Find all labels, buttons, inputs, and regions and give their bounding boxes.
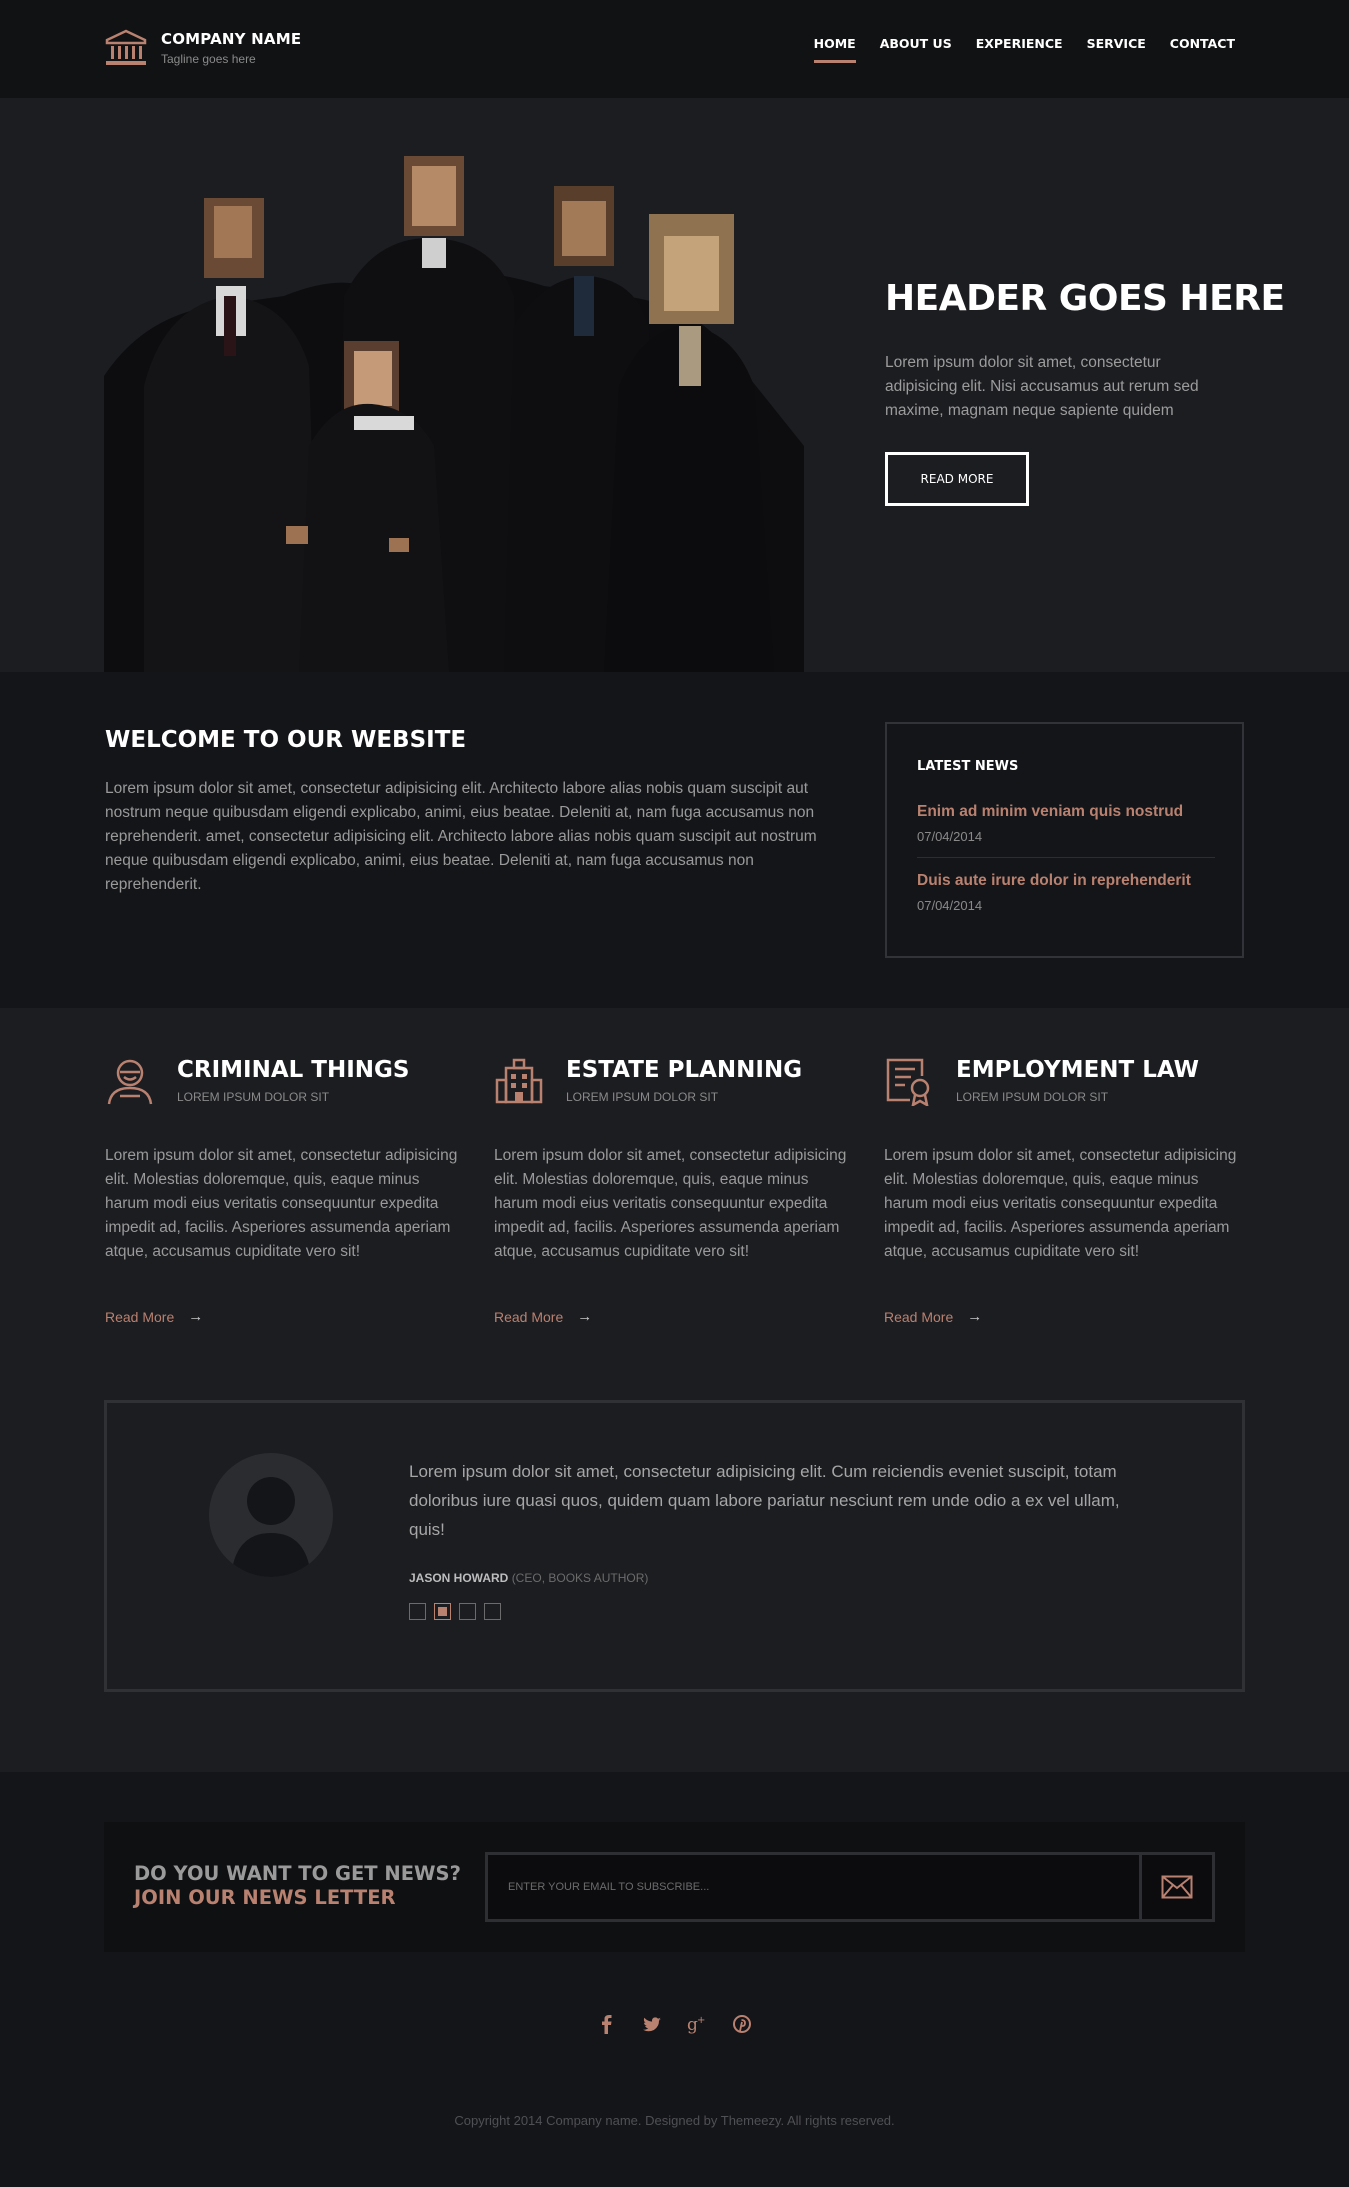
latest-news-heading: LATEST NEWS: [917, 759, 1019, 774]
newsletter-line-2: JOIN OUR NEWS LETTER: [134, 1886, 396, 1909]
service-subtitle: LOREM IPSUM DOLOR SIT: [566, 1090, 719, 1104]
arrow-right-icon: →: [577, 1308, 593, 1325]
envelope-icon: [1161, 1875, 1193, 1899]
author-role: (CEO, BOOKS AUTHOR): [511, 1571, 649, 1585]
newsletter-title: DO YOU WANT TO GET NEWS? JOIN OUR NEWS L…: [134, 1862, 461, 1910]
service-text: Lorem ipsum dolor sit amet, consectetur …: [494, 1147, 847, 1260]
news-title[interactable]: Duis aute irure dolor in reprehenderit: [917, 872, 1215, 890]
company-name[interactable]: COMPANY NAME: [161, 30, 301, 48]
service-subtitle: LOREM IPSUM DOLOR SIT: [956, 1090, 1109, 1104]
main-nav: HOME ABOUT US EXPERIENCE SERVICE CONTACT: [790, 36, 1235, 63]
social-links: g +: [0, 2012, 1349, 2036]
services-section: CRIMINAL THINGS LOREM IPSUM DOLOR SIT Lo…: [0, 1008, 1349, 1772]
read-more-label: Read More: [884, 1308, 954, 1325]
testimonial-author: JASON HOWARD (CEO, BOOKS AUTHOR): [409, 1571, 648, 1585]
hero-title: HEADER GOES HERE: [885, 278, 1285, 319]
testimonial-quote: Lorem ipsum dolor sit amet, consectetur …: [409, 1462, 1120, 1539]
hero-team-photo: [104, 126, 804, 672]
arrow-right-icon: →: [967, 1308, 983, 1325]
nav-about-us[interactable]: ABOUT US: [880, 36, 952, 63]
newsletter-box: DO YOU WANT TO GET NEWS? JOIN OUR NEWS L…: [104, 1822, 1245, 1952]
read-more-label: Read More: [494, 1308, 564, 1325]
service-title: ESTATE PLANNING: [566, 1057, 803, 1083]
service-read-more-link[interactable]: Read More →: [884, 1308, 982, 1325]
news-date: 07/04/2014: [917, 829, 983, 844]
newsletter-email-input[interactable]: [485, 1852, 1142, 1922]
google-plus-icon[interactable]: g +: [687, 2012, 707, 2036]
user-silhouette-icon: [231, 1477, 311, 1577]
hero-text: Lorem ipsum dolor sit amet, consectetur …: [885, 354, 1199, 419]
courthouse-logo-icon[interactable]: [105, 29, 147, 67]
welcome-section: WELCOME TO OUR WEBSITE Lorem ipsum dolor…: [0, 672, 1349, 1008]
service-text: Lorem ipsum dolor sit amet, consectetur …: [884, 1147, 1237, 1260]
news-item[interactable]: Duis aute irure dolor in reprehenderit 0…: [917, 872, 1215, 913]
company-tagline: Tagline goes here: [161, 52, 256, 66]
nav-experience[interactable]: EXPERIENCE: [976, 36, 1063, 63]
pager-dot[interactable]: [459, 1603, 476, 1620]
nav-service[interactable]: SERVICE: [1087, 36, 1146, 63]
testimonial-box: Lorem ipsum dolor sit amet, consectetur …: [104, 1400, 1245, 1692]
subscribe-button[interactable]: [1139, 1852, 1215, 1922]
service-read-more-link[interactable]: Read More →: [105, 1308, 203, 1325]
news-title[interactable]: Enim ad minim veniam quis nostrud: [917, 803, 1215, 821]
welcome-title: WELCOME TO OUR WEBSITE: [105, 727, 467, 753]
service-read-more-link[interactable]: Read More →: [494, 1308, 592, 1325]
author-name: JASON HOWARD: [409, 1571, 509, 1585]
building-icon: [495, 1058, 543, 1104]
arrow-right-icon: →: [188, 1308, 204, 1325]
facebook-icon[interactable]: [597, 2012, 617, 2036]
service-title: EMPLOYMENT LAW: [956, 1057, 1200, 1083]
site-header: COMPANY NAME Tagline goes here HOME ABOU…: [0, 0, 1349, 98]
criminal-icon: [107, 1059, 153, 1105]
certificate-icon: [886, 1058, 930, 1106]
twitter-icon[interactable]: [642, 2012, 662, 2036]
news-date: 07/04/2014: [917, 898, 983, 913]
latest-news-box: LATEST NEWS Enim ad minim veniam quis no…: [885, 722, 1244, 958]
pager-dot[interactable]: [484, 1603, 501, 1620]
svg-text:+: +: [697, 2015, 705, 2026]
service-subtitle: LOREM IPSUM DOLOR SIT: [177, 1090, 330, 1104]
service-title: CRIMINAL THINGS: [177, 1057, 410, 1083]
nav-home[interactable]: HOME: [813, 36, 856, 63]
pager-dot-active[interactable]: [434, 1603, 451, 1620]
read-more-button[interactable]: READ MORE: [885, 452, 1029, 506]
testimonial-pager: [409, 1603, 501, 1620]
nav-contact[interactable]: CONTACT: [1170, 36, 1235, 63]
site-footer: DO YOU WANT TO GET NEWS? JOIN OUR NEWS L…: [0, 1772, 1349, 2187]
service-text: Lorem ipsum dolor sit amet, consectetur …: [105, 1147, 458, 1260]
welcome-text: Lorem ipsum dolor sit amet, consectetur …: [105, 780, 817, 893]
hero-section: HEADER GOES HERE Lorem ipsum dolor sit a…: [0, 98, 1349, 672]
newsletter-line-1: DO YOU WANT TO GET NEWS?: [134, 1862, 461, 1885]
copyright-text: Copyright 2014 Company name. Designed by…: [454, 2113, 895, 2128]
read-more-label: Read More: [105, 1308, 175, 1325]
avatar: [209, 1453, 333, 1577]
pager-dot[interactable]: [409, 1603, 426, 1620]
pinterest-icon[interactable]: [732, 2012, 752, 2036]
news-item[interactable]: Enim ad minim veniam quis nostrud 07/04/…: [917, 803, 1215, 844]
news-divider: [917, 857, 1215, 858]
